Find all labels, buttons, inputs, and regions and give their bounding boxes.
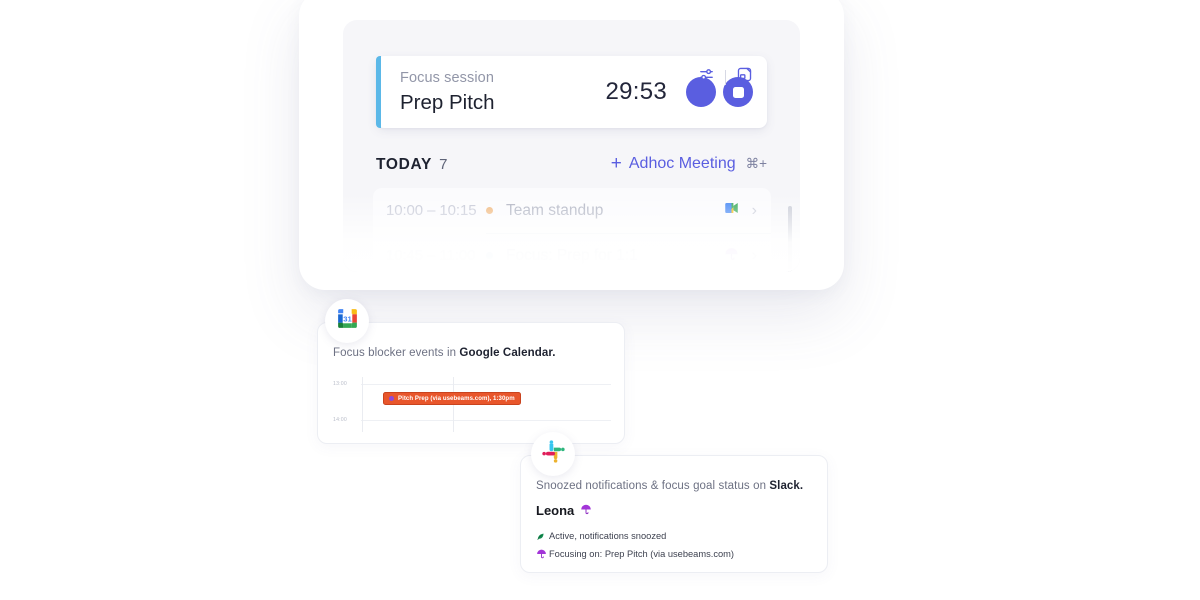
event-color-dot	[486, 207, 493, 214]
umbrella-icon	[580, 503, 592, 518]
event-actions: ›	[724, 201, 757, 220]
chevron-right-icon[interactable]: ›	[752, 202, 757, 219]
gcal-event-dot	[389, 396, 394, 401]
slack-caption-prefix: Snoozed notifications & focus goal statu…	[536, 480, 770, 492]
stop-icon	[732, 86, 744, 98]
gcal-mini-grid: 13:00 14:00 Pitch Prep (via usebeams.com…	[333, 377, 611, 432]
session-accent-bar	[376, 56, 381, 128]
today-event-count: 7	[439, 156, 448, 173]
session-icon-bar	[698, 66, 753, 88]
slack-icon	[541, 439, 566, 469]
beams-app-window: Focus session Prep Pitch 29:53 TODAY 7 +…	[343, 20, 800, 272]
gcal-event-title: Pitch Prep (via usebeams.com), 1:30pm	[398, 395, 515, 402]
slack-user-row: Leona	[536, 503, 592, 518]
gcal-grid-line	[361, 384, 611, 385]
today-label: TODAY	[376, 156, 433, 173]
today-header: TODAY 7 + Adhoc Meeting ⌘+	[376, 154, 767, 174]
slack-status-text: Active, notifications snoozed	[549, 531, 667, 541]
event-title: Team standup	[506, 201, 604, 219]
event-color-dot	[486, 252, 493, 259]
session-text-group: Focus session Prep Pitch	[400, 69, 495, 116]
session-title: Prep Pitch	[400, 90, 495, 114]
chevron-right-icon[interactable]: ›	[752, 247, 757, 264]
google-calendar-badge: 31	[325, 299, 369, 343]
google-calendar-icon: 31	[335, 306, 360, 336]
picture-in-picture-icon[interactable]	[736, 66, 753, 88]
screenshot-root: Focus session Prep Pitch 29:53 TODAY 7 +…	[0, 0, 1200, 600]
slack-badge	[531, 432, 575, 476]
focus-session-timer-card[interactable]: Focus session Prep Pitch 29:53	[376, 56, 767, 130]
gcal-grid-line	[362, 377, 363, 432]
active-leaf-icon	[536, 532, 549, 541]
slack-caption-strong: Slack.	[769, 480, 804, 492]
event-row[interactable]: 10:45 – 11:00 Focus: Prep for 1:1 ›	[373, 233, 771, 272]
event-time: 10:45 – 11:00	[386, 247, 476, 264]
gcal-caption: Focus blocker events in Google Calendar.	[333, 347, 556, 359]
gcal-badge-day: 31	[343, 314, 352, 323]
event-list-scrollbar[interactable]	[788, 206, 792, 272]
gcal-time-label: 14:00	[333, 417, 347, 423]
gcal-caption-prefix: Focus blocker events in	[333, 347, 460, 359]
umbrella-icon[interactable]	[724, 246, 739, 266]
slack-user-name: Leona	[536, 503, 575, 518]
slack-status-line: Focusing on: Prep Pitch (via usebeams.co…	[536, 548, 734, 559]
plus-icon: +	[610, 153, 622, 174]
timer-digits: 29:53	[605, 78, 667, 105]
event-time: 10:00 – 10:15	[386, 202, 477, 219]
adhoc-meeting-label: Adhoc Meeting	[628, 154, 736, 172]
gcal-caption-strong: Google Calendar.	[459, 347, 556, 359]
sliders-icon[interactable]	[698, 66, 715, 88]
gcal-time-label: 13:00	[333, 381, 347, 387]
adhoc-shortcut-hint: ⌘+	[745, 155, 767, 171]
gcal-grid-line	[361, 420, 611, 421]
event-row[interactable]: 10:00 – 10:15 Team standup ›	[373, 188, 771, 233]
today-event-list: 10:00 – 10:15 Team standup › 10:45 – 11:…	[373, 188, 771, 272]
adhoc-meeting-button[interactable]: + Adhoc Meeting ⌘+	[611, 154, 767, 173]
event-title: Focus: Prep for 1:1	[506, 246, 638, 264]
slack-status-text: Focusing on: Prep Pitch (via usebeams.co…	[549, 548, 734, 559]
gcal-blocker-event[interactable]: Pitch Prep (via usebeams.com), 1:30pm	[383, 392, 521, 405]
umbrella-icon	[536, 548, 549, 559]
google-meet-icon[interactable]	[724, 201, 739, 220]
session-eyebrow: Focus session	[400, 69, 494, 86]
slack-integration-card: Snoozed notifications & focus goal statu…	[520, 455, 828, 573]
slack-caption: Snoozed notifications & focus goal statu…	[536, 480, 803, 492]
google-calendar-integration-card: Focus blocker events in Google Calendar.…	[317, 322, 625, 444]
event-actions: ›	[724, 246, 757, 266]
icon-divider	[725, 69, 726, 85]
slack-status-line: Active, notifications snoozed	[536, 531, 666, 541]
